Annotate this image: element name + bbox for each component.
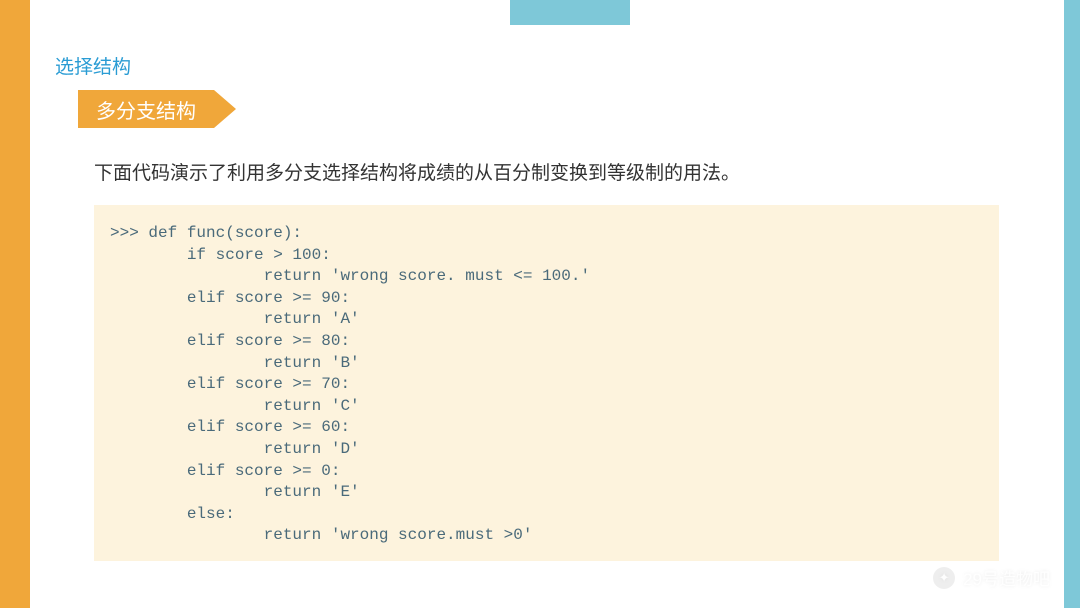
section-title: 选择结构 [55, 52, 131, 79]
banner: 多分支结构 [78, 90, 214, 128]
watermark-text: 29号造物吧 [963, 565, 1050, 590]
right-border-decor [1064, 0, 1080, 608]
description-text: 下面代码演示了利用多分支选择结构将成绩的从百分制变换到等级制的用法。 [94, 158, 740, 185]
wechat-icon: ✦ [933, 567, 955, 589]
left-border-decor [0, 0, 30, 608]
watermark: ✦ 29号造物吧 [933, 565, 1050, 590]
code-block: >>> def func(score): if score > 100: ret… [94, 205, 999, 561]
banner-text: 多分支结构 [96, 95, 196, 124]
top-decor-block [510, 0, 630, 25]
banner-arrow-icon [214, 90, 236, 128]
